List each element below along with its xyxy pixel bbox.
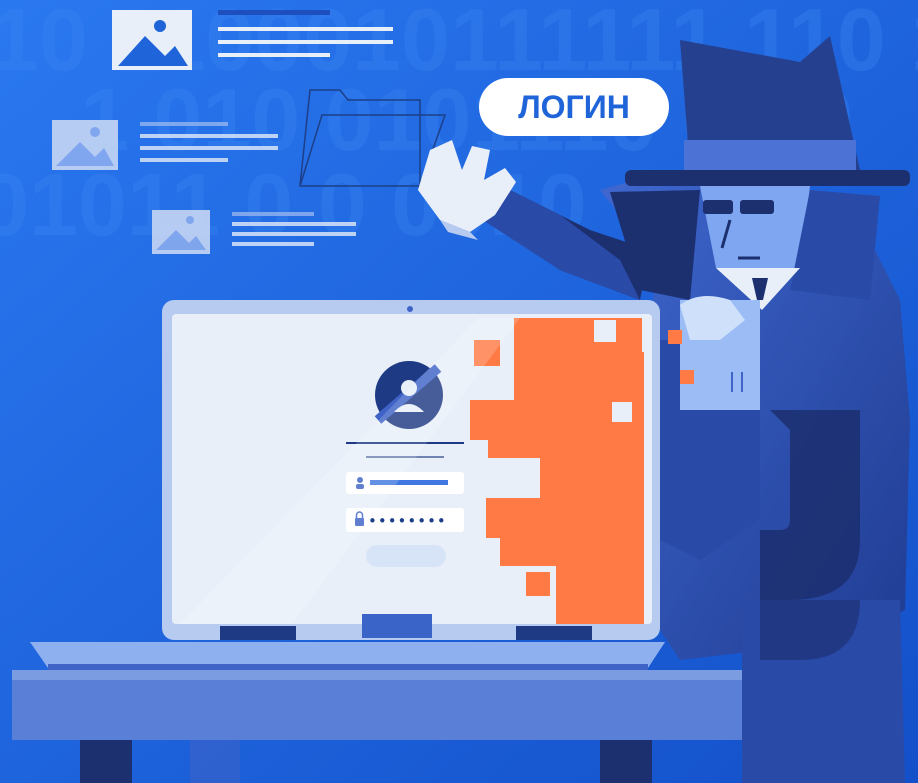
login-badge: ЛОГИН: [479, 78, 669, 136]
webcam-icon: [407, 306, 413, 312]
image-icon: [152, 210, 210, 254]
image-icon: [52, 120, 118, 170]
password-mask: ••••••••: [368, 512, 447, 530]
login-badge-label: ЛОГИН: [518, 89, 630, 125]
hacker-illustration: 10 1100010111111 110 10 1 010 0101110 0 …: [0, 0, 918, 783]
login-submit-button[interactable]: [366, 545, 446, 567]
image-icon: [112, 10, 192, 70]
